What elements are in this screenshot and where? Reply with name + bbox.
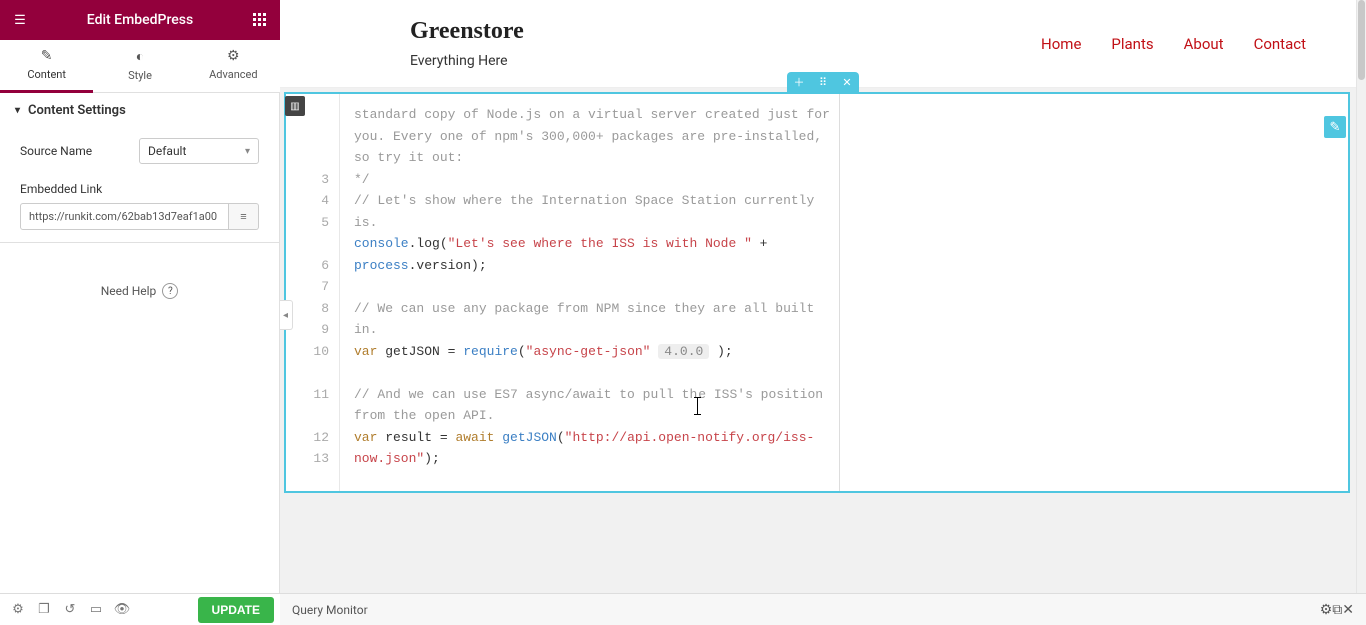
scrollbar-thumb[interactable] [1358, 0, 1365, 80]
tab-style[interactable]: ◐ Style [93, 40, 186, 92]
devices-icon: ▭ [90, 602, 102, 617]
layout-icon: ▥ [290, 101, 299, 112]
editor-footer-toolbar: ⚙ ❐ ↺ ▭ 👁 UPDATE [0, 593, 280, 625]
query-monitor-label: Query Monitor [292, 603, 368, 617]
update-button[interactable]: UPDATE [198, 597, 274, 623]
panel-collapse-button[interactable]: ◂ [280, 300, 293, 330]
history-button[interactable]: ↺ [58, 598, 82, 622]
code-editor[interactable]: 3 4 5 6 7 8 9 10 11 12 13 14 standard co… [286, 94, 1348, 491]
site-title: Greenstore [410, 18, 524, 45]
history-icon: ↺ [65, 602, 76, 617]
nav-contact[interactable]: Contact [1254, 35, 1306, 53]
menu-button[interactable]: ☰ [0, 0, 40, 40]
help-icon: ? [162, 283, 178, 299]
plus-icon: ＋ [794, 74, 805, 90]
tab-label: Advanced [209, 68, 257, 81]
tab-label: Content [27, 68, 66, 81]
widget-close-button[interactable]: ✕ [835, 72, 859, 92]
vertical-scrollbar[interactable] [1356, 0, 1366, 593]
help-label: Need Help [101, 284, 157, 298]
chevron-down-icon: ▾ [245, 146, 250, 157]
navigator-button[interactable]: ❐ [32, 598, 56, 622]
preview-button[interactable]: 👁 [110, 598, 134, 622]
query-monitor-bar[interactable]: Query Monitor ⚙ ⧉ ✕ [280, 593, 1366, 625]
select-value: Default [148, 144, 186, 158]
section-title: Content Settings [28, 103, 126, 118]
drag-icon: ⠿ [819, 76, 827, 89]
chevron-left-icon: ◂ [283, 310, 288, 321]
source-name-select[interactable]: Default ▾ [139, 138, 259, 164]
preview-canvas: Greenstore Everything Here Home Plants A… [280, 0, 1366, 593]
apps-button[interactable] [240, 0, 280, 40]
embedded-link-label: Embedded Link [20, 182, 102, 196]
nav-home[interactable]: Home [1041, 35, 1081, 53]
responsive-button[interactable]: ▭ [84, 598, 108, 622]
widget-drag-handle[interactable]: ⠿ [811, 72, 835, 92]
embedded-link-action[interactable]: ≡ [229, 203, 259, 230]
widget-handle: ＋ ⠿ ✕ [787, 72, 859, 92]
qm-popout-button[interactable]: ⧉ [1332, 602, 1342, 618]
dynamic-icon: ≡ [240, 210, 246, 223]
editor-tabs: ✎ Content ◐ Style ⚙ Advanced [0, 40, 280, 93]
editor-topbar: ☰ Edit EmbedPress [0, 0, 280, 40]
tab-advanced[interactable]: ⚙ Advanced [187, 40, 280, 92]
nav-about[interactable]: About [1184, 35, 1224, 53]
close-icon: ✕ [1342, 602, 1354, 618]
frame-edit-button[interactable]: ▥ [285, 96, 305, 116]
line-gutter: 3 4 5 6 7 8 9 10 11 12 13 14 [286, 94, 340, 491]
nav-plants[interactable]: Plants [1111, 35, 1153, 53]
qm-close-button[interactable]: ✕ [1342, 602, 1354, 618]
code-content[interactable]: standard copy of Node.js on a virtual se… [340, 94, 840, 491]
eye-icon: 👁 [114, 602, 131, 617]
settings-button[interactable]: ⚙ [6, 598, 30, 622]
gear-icon: ⚙ [1320, 602, 1333, 618]
gear-icon: ⚙ [187, 48, 280, 64]
site-tagline: Everything Here [410, 53, 524, 69]
embedded-link-input[interactable]: https://runkit.com/62bab13d7eaf1a00 [20, 203, 229, 230]
site-nav: Home Plants About Contact [1041, 35, 1336, 53]
embed-widget-frame[interactable]: ▥ ✎ 3 4 5 6 7 8 9 10 11 12 13 14 [284, 92, 1350, 493]
settings-panel: ▾ Content Settings Source Name Default ▾… [0, 93, 280, 625]
qm-settings-button[interactable]: ⚙ [1320, 602, 1333, 618]
need-help-link[interactable]: Need Help ? [0, 243, 279, 339]
chevron-down-icon: ▾ [15, 105, 20, 116]
layers-icon: ❐ [38, 602, 50, 617]
tab-label: Style [128, 69, 152, 82]
grid-icon [253, 13, 267, 27]
tab-content[interactable]: ✎ Content [0, 40, 93, 92]
close-icon: ✕ [842, 76, 851, 89]
popout-icon: ⧉ [1332, 602, 1342, 618]
widget-add-button[interactable]: ＋ [787, 72, 811, 92]
editor-title: Edit EmbedPress [40, 12, 240, 28]
pencil-icon: ✎ [0, 48, 93, 64]
content-settings-header[interactable]: ▾ Content Settings [0, 93, 279, 128]
circle-half-icon: ◐ [93, 48, 186, 65]
source-name-label: Source Name [20, 144, 92, 158]
hamburger-icon: ☰ [14, 13, 26, 28]
gear-icon: ⚙ [12, 602, 24, 617]
text-cursor [697, 398, 698, 414]
